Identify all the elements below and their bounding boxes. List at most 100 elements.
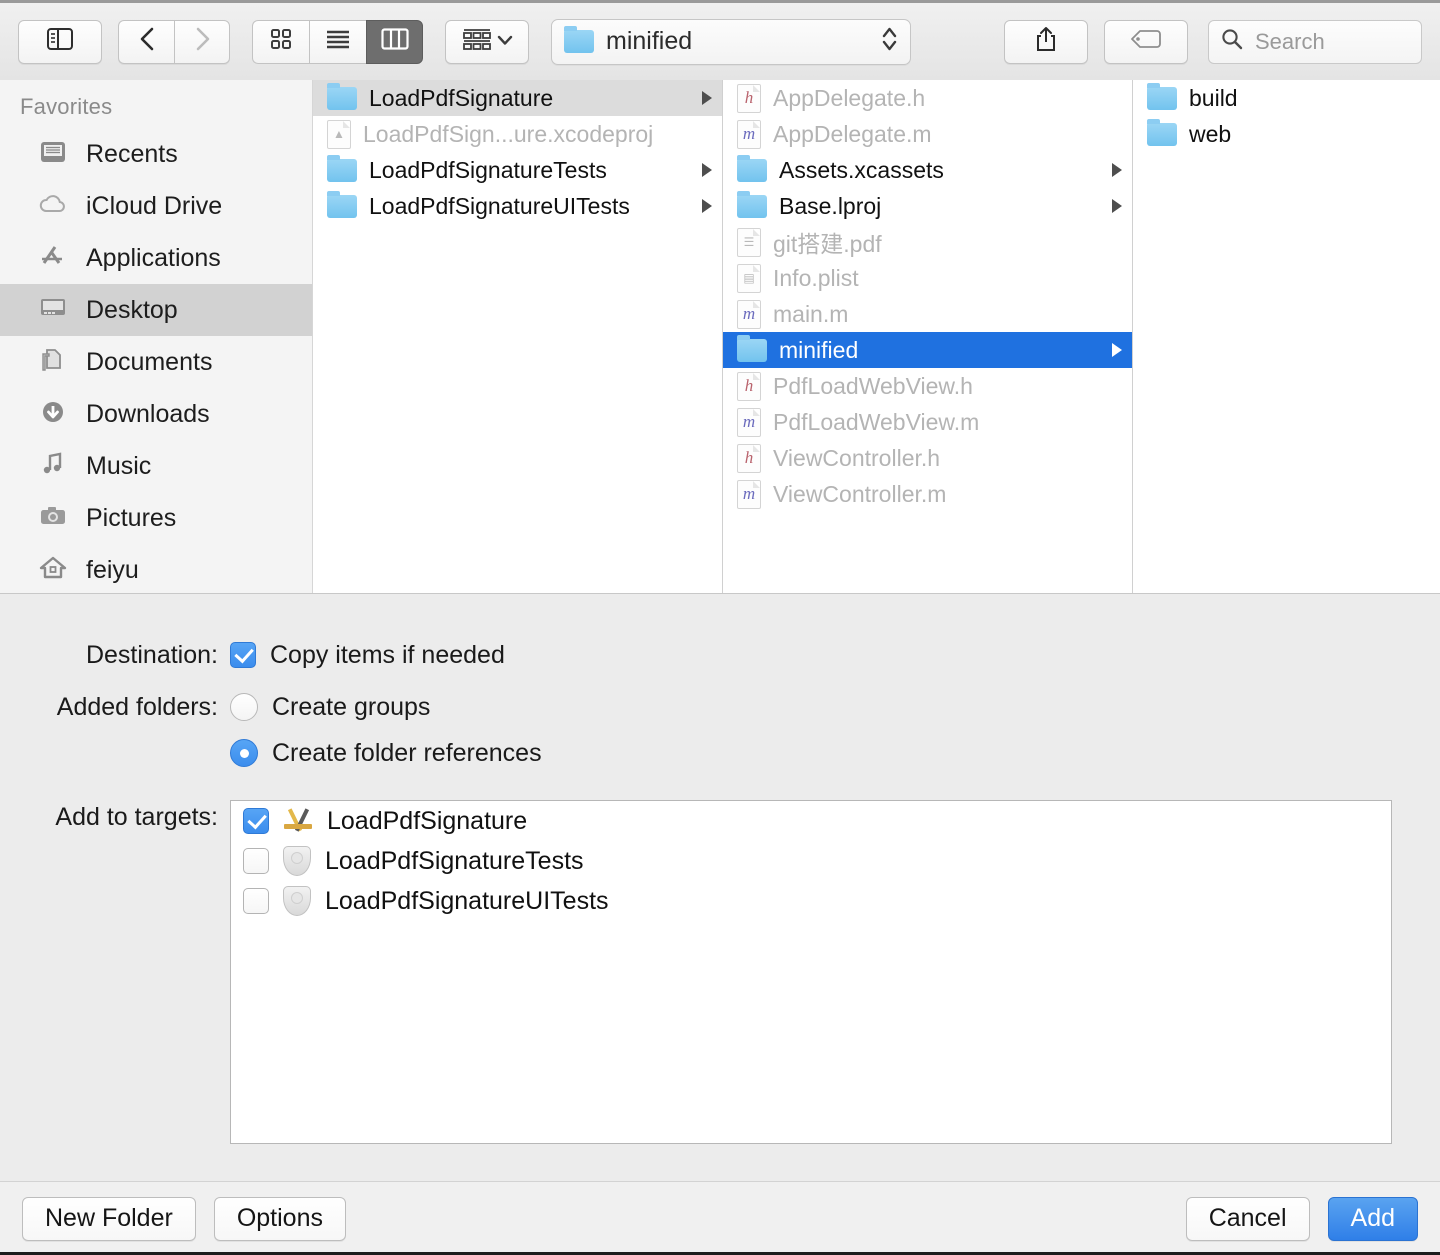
- browser-column-3: build web: [1133, 80, 1440, 593]
- sidebar-item-documents[interactable]: Documents: [0, 336, 312, 388]
- forward-button[interactable]: [174, 19, 230, 64]
- added-folders-label: Added folders:: [56, 693, 218, 721]
- file-row-label: LoadPdfSignature: [369, 84, 554, 111]
- file-row-label: AppDelegate.m: [773, 120, 932, 147]
- back-button[interactable]: [118, 19, 174, 64]
- share-icon: [1035, 26, 1057, 57]
- tag-button[interactable]: [1104, 19, 1188, 64]
- file-row[interactable]: Base.lproj: [723, 188, 1132, 224]
- folder-icon: [737, 334, 767, 362]
- search-field[interactable]: Search: [1208, 19, 1422, 64]
- file-row-label: Assets.xcassets: [779, 156, 944, 183]
- file-row[interactable]: LoadPdfSignature: [313, 80, 722, 116]
- folder-icon: [327, 154, 357, 182]
- path-label: minified: [606, 27, 693, 55]
- m-file-icon: m: [737, 479, 761, 509]
- copy-items-label: Copy items if needed: [270, 640, 505, 669]
- sidebar-item-label: Pictures: [86, 503, 177, 532]
- targets-list[interactable]: LoadPdfSignature LoadPdfSignatureTests Loa…: [230, 800, 1392, 1144]
- file-row[interactable]: build: [1133, 80, 1440, 116]
- chevron-left-icon: [138, 26, 156, 57]
- sidebar-item-label: iCloud Drive: [86, 191, 223, 220]
- disclosure-arrow-icon: [1112, 343, 1122, 357]
- file-row[interactable]: m PdfLoadWebView.m: [723, 404, 1132, 440]
- file-row-label: PdfLoadWebView.m: [773, 408, 980, 435]
- file-row[interactable]: ▲ LoadPdfSign...ure.xcodeproj: [313, 116, 722, 152]
- file-row-label: minified: [779, 336, 859, 363]
- target-row[interactable]: LoadPdfSignature: [231, 801, 1391, 841]
- add-button[interactable]: Add: [1327, 1196, 1418, 1241]
- updown-chevron-icon: [881, 25, 898, 58]
- folder-icon: [1147, 82, 1177, 110]
- sidebar-item-recents[interactable]: Recents: [0, 128, 312, 180]
- file-row[interactable]: ▤ Info.plist: [723, 260, 1132, 296]
- sidebar-item-desktop[interactable]: Desktop: [0, 284, 312, 336]
- create-groups-row[interactable]: Create groups: [230, 690, 542, 724]
- file-row[interactable]: m main.m: [723, 296, 1132, 332]
- xcode-app-icon: [283, 806, 313, 836]
- test-shield-icon: [283, 846, 311, 876]
- sidebar-item-downloads[interactable]: Downloads: [0, 388, 312, 440]
- file-row[interactable]: m ViewController.m: [723, 476, 1132, 512]
- icon-view-button[interactable]: [252, 19, 309, 64]
- file-row[interactable]: h AppDelegate.h: [723, 80, 1132, 116]
- bottom-bar: New Folder Options Cancel Add: [0, 1181, 1440, 1255]
- target-label: LoadPdfSignature: [327, 806, 528, 835]
- file-row-label: ViewController.m: [773, 480, 947, 507]
- view-mode-segmented-control: [252, 19, 423, 64]
- file-row[interactable]: minified: [723, 332, 1132, 368]
- cancel-button[interactable]: Cancel: [1185, 1196, 1310, 1241]
- file-row[interactable]: h PdfLoadWebView.h: [723, 368, 1132, 404]
- sidebar-item-label: Desktop: [86, 295, 178, 324]
- share-button[interactable]: [1004, 19, 1088, 64]
- create-groups-radio[interactable]: [230, 693, 258, 721]
- target-checkbox[interactable]: [243, 848, 269, 874]
- sidebar-toggle-button[interactable]: [18, 19, 102, 64]
- create-folder-references-radio[interactable]: [230, 739, 258, 767]
- path-popup-button[interactable]: minified: [551, 18, 911, 65]
- file-row-label: Base.lproj: [779, 192, 882, 219]
- file-row[interactable]: m AppDelegate.m: [723, 116, 1132, 152]
- folder-icon: [327, 82, 357, 110]
- list-view-button[interactable]: [309, 19, 366, 64]
- grid-icon: [270, 28, 292, 55]
- sidebar-header: Favorites: [20, 94, 113, 119]
- sidebar: Favorites Recents iCloud Drive Application…: [0, 80, 313, 593]
- plist-file-icon: ▤: [737, 263, 761, 293]
- column-view-button[interactable]: [366, 19, 423, 64]
- h-file-icon: h: [737, 371, 761, 401]
- sidebar-item-pictures[interactable]: Pictures: [0, 492, 312, 544]
- sidebar-item-music[interactable]: Music: [0, 440, 312, 492]
- file-row[interactable]: Assets.xcassets: [723, 152, 1132, 188]
- file-row-label: build: [1189, 84, 1238, 111]
- target-row[interactable]: LoadPdfSignatureTests: [231, 841, 1391, 881]
- copy-items-row[interactable]: Copy items if needed: [230, 638, 505, 672]
- sidebar-item-icloud-drive[interactable]: iCloud Drive: [0, 180, 312, 232]
- new-folder-button[interactable]: New Folder: [22, 1196, 196, 1241]
- file-row-label: ViewController.h: [773, 444, 941, 471]
- create-folder-references-row[interactable]: Create folder references: [230, 736, 542, 770]
- chevron-right-icon: [193, 26, 211, 57]
- arrange-button[interactable]: [445, 19, 529, 64]
- sidebar-item-applications[interactable]: Applications: [0, 232, 312, 284]
- file-browser: Favorites Recents iCloud Drive Application…: [0, 80, 1440, 594]
- xcodeproj-icon: ▲: [327, 119, 351, 149]
- target-checkbox[interactable]: [243, 808, 269, 834]
- file-row[interactable]: LoadPdfSignatureTests: [313, 152, 722, 188]
- target-row[interactable]: LoadPdfSignatureUITests: [231, 881, 1391, 921]
- sidebar-item-feiyu[interactable]: feiyu: [0, 544, 312, 593]
- file-row[interactable]: web: [1133, 116, 1440, 152]
- m-file-icon: m: [737, 119, 761, 149]
- h-file-icon: h: [737, 83, 761, 113]
- copy-items-checkbox[interactable]: [230, 642, 256, 668]
- arrange-icon: [462, 27, 492, 56]
- file-row[interactable]: ☰ git搭建.pdf: [723, 224, 1132, 260]
- destination-label: Destination:: [85, 641, 218, 669]
- open-panel-dialog: minified Search Favorites Recents iCloud…: [0, 0, 1440, 1255]
- options-button[interactable]: Options: [213, 1196, 346, 1241]
- file-row[interactable]: h ViewController.h: [723, 440, 1132, 476]
- disclosure-arrow-icon: [1112, 163, 1122, 177]
- target-checkbox[interactable]: [243, 888, 269, 914]
- file-row[interactable]: LoadPdfSignatureUITests: [313, 188, 722, 224]
- file-row-label: PdfLoadWebView.h: [773, 372, 973, 399]
